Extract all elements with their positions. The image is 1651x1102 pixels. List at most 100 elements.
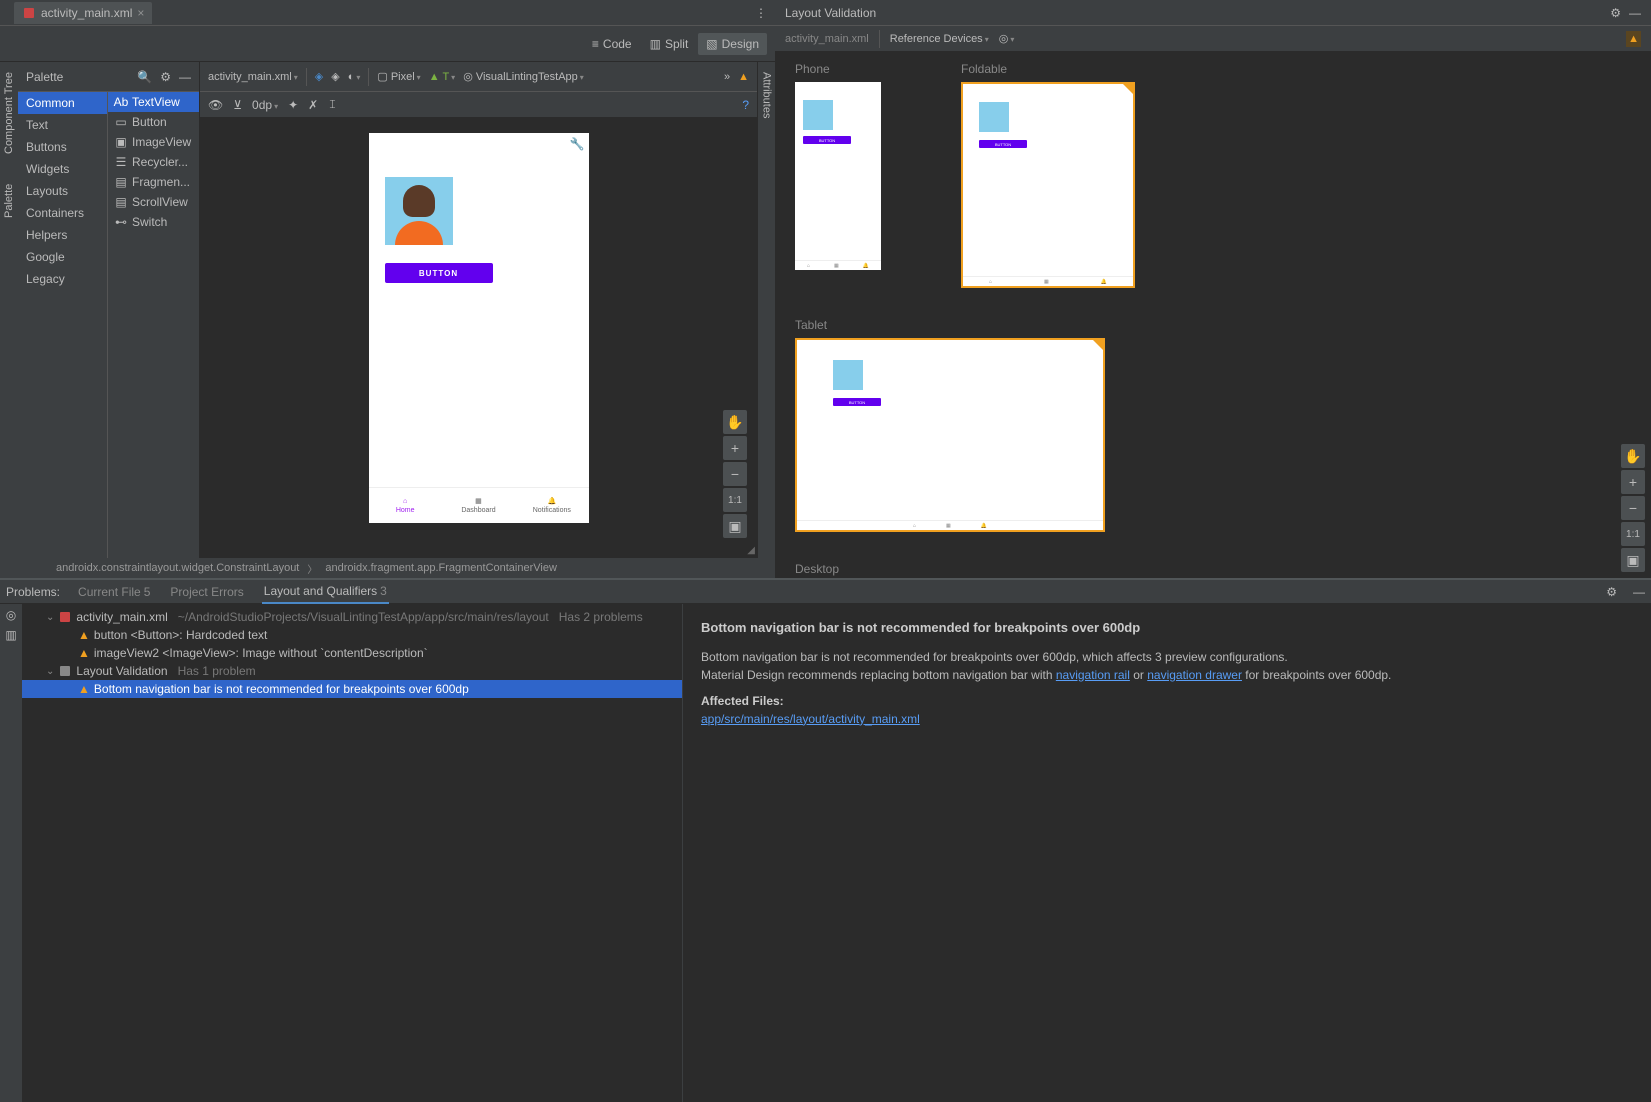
breadcrumb-item[interactable]: androidx.constraintlayout.widget.Constra… [56,562,299,574]
file-dropdown[interactable]: activity_main.xml▾ [208,71,298,83]
fragment-icon: ▤ [114,175,128,189]
design-mode-button[interactable]: ▧ Design [698,33,767,55]
zoom-in-button[interactable]: + [723,436,747,460]
palette-cat-legacy[interactable]: Legacy [18,268,107,290]
warning-icon[interactable]: ▲ [738,71,749,83]
surface-icon[interactable]: ◈ [315,70,323,83]
device-desktop: Desktop [795,562,1631,576]
devices-dropdown[interactable]: Reference Devices▾ [890,33,989,45]
magnet-icon[interactable]: ⊻ [233,98,242,112]
orientation-icon[interactable]: ◐▾ [348,71,361,83]
split-icon: ▥ [650,37,661,51]
palette-item-button[interactable]: ▭Button [108,112,199,132]
zoom-out-button[interactable]: − [723,462,747,486]
gear-icon[interactable]: ⚙ [1606,585,1617,599]
guideline-icon[interactable]: 𝙸 [328,97,336,112]
palette-item-switch[interactable]: ⊷Switch [108,212,199,232]
minimize-icon[interactable]: — [1629,6,1641,20]
file-tab[interactable]: activity_main.xml × [14,2,152,24]
zoom-out-button[interactable]: − [1621,496,1645,520]
overflow-icon[interactable]: » [724,71,730,83]
tab-menu-icon[interactable]: ⋮ [747,6,775,20]
problem-title: Bottom navigation bar is not recommended… [701,618,1633,638]
palette-item-recycler[interactable]: ☰Recycler... [108,152,199,172]
zoom-actual-button[interactable]: ▣ [723,514,747,538]
phone-preview[interactable]: 🔧 BUTTON ⌂Home ▦Dashboard 🔔Notifications [369,133,589,523]
tab-project-errors[interactable]: Project Errors [168,581,245,603]
layout-icon[interactable]: ▥ [5,628,16,642]
tab-current-file[interactable]: Current File5 [76,581,152,603]
device-dropdown[interactable]: ▢ Pixel▾ [377,70,420,83]
minimize-icon[interactable]: — [1633,585,1645,599]
lv-file-label: activity_main.xml [785,33,869,45]
palette-cat-widgets[interactable]: Widgets [18,158,107,180]
tree-group-node[interactable]: ⌄ Layout Validation Has 1 problem [22,662,682,680]
breadcrumb-item[interactable]: androidx.fragment.app.FragmentContainerV… [325,562,557,574]
foldable-preview[interactable]: BUTTON ⌂▦🔔 [961,82,1135,288]
split-mode-button[interactable]: ▥ Split [642,33,697,55]
palette-cat-buttons[interactable]: Buttons [18,136,107,158]
palette-cat-google[interactable]: Google [18,246,107,268]
tab-layout-qualifiers[interactable]: Layout and Qualifiers3 [262,580,389,604]
palette-item-textview[interactable]: AbTextView [108,92,199,112]
pan-button[interactable]: ✋ [723,410,747,434]
zoom-fit-button[interactable]: 1:1 [1621,522,1645,546]
zoom-fit-button[interactable]: 1:1 [723,488,747,512]
attributes-side-tab[interactable]: Attributes [761,72,773,118]
bottom-navigation[interactable]: ⌂Home ▦Dashboard 🔔Notifications [369,487,589,523]
warning-icon[interactable]: ▲ [1626,31,1641,47]
gear-icon[interactable]: ⚙ [160,70,171,84]
help-icon[interactable]: ? [742,98,749,112]
zoom-actual-button[interactable]: ▣ [1621,548,1645,572]
palette-item-imageview[interactable]: ▣ImageView [108,132,199,152]
layout-validation-title: Layout Validation [785,6,1610,20]
link-nav-drawer[interactable]: navigation drawer [1147,668,1242,682]
palette-item-scrollview[interactable]: ▤ScrollView [108,192,199,212]
chevron-down-icon: ⌄ [46,612,54,623]
design-toolbar-secondary: 👁 ⊻ 0dp▾ ✦ ✗ 𝙸 ? [200,92,757,118]
tablet-preview[interactable]: BUTTON ⌂▦🔔 [795,338,1105,532]
resize-corner-icon[interactable]: ◢ [747,545,755,556]
button-icon: ▭ [114,115,128,129]
wand-icon[interactable]: ✦ [288,98,298,112]
eye-icon[interactable]: ◎ [6,608,16,622]
palette-item-fragment[interactable]: ▤Fragmen... [108,172,199,192]
palette-cat-containers[interactable]: Containers [18,202,107,224]
palette-cat-text[interactable]: Text [18,114,107,136]
surface-icon-2[interactable]: ◈ [331,70,339,83]
search-icon[interactable]: 🔍 [137,70,152,84]
component-tree-side-tab[interactable]: Component Tree [3,72,15,154]
eye-icon[interactable]: ◎▾ [999,32,1015,45]
gear-icon[interactable]: ⚙ [1610,6,1621,20]
palette-cat-helpers[interactable]: Helpers [18,224,107,246]
palette-cat-common[interactable]: Common [18,92,107,114]
link-nav-rail[interactable]: navigation rail [1056,668,1130,682]
code-icon: ≡ [592,37,599,51]
pan-button[interactable]: ✋ [1621,444,1645,468]
nav-notifications[interactable]: 🔔Notifications [515,488,588,523]
palette-side-tab[interactable]: Palette [3,184,15,218]
tree-warning-node[interactable]: ▲ imageView2 <ImageView>: Image without … [22,644,682,662]
dp-label[interactable]: 0dp▾ [252,98,278,112]
affected-file-link[interactable]: app/src/main/res/layout/activity_main.xm… [701,710,1633,728]
minimize-icon[interactable]: — [179,70,191,84]
design-canvas[interactable]: 🔧 BUTTON ⌂Home ▦Dashboard 🔔Notifications… [200,118,757,558]
nav-dashboard[interactable]: ▦Dashboard [442,488,515,523]
tree-warning-node[interactable]: ▲ Bottom navigation bar is not recommend… [22,680,682,698]
tree-file-node[interactable]: ⌄ activity_main.xml ~/AndroidStudioProje… [22,608,682,626]
button-widget[interactable]: BUTTON [385,263,493,283]
tree-warning-node[interactable]: ▲ button <Button>: Hardcoded text [22,626,682,644]
palette-cat-layouts[interactable]: Layouts [18,180,107,202]
theme-dropdown[interactable]: ▲ T▾ [429,71,456,83]
clear-icon[interactable]: ✗ [308,98,318,112]
phone-preview[interactable]: BUTTON ⌂▦🔔 [795,82,881,270]
warning-icon: ▲ [78,646,90,660]
app-dropdown[interactable]: ◎ VisualLintingTestApp▾ [463,70,584,83]
device-tablet: Tablet BUTTON ⌂▦🔔 [795,318,1105,532]
code-mode-button[interactable]: ≡ Code [584,33,640,55]
avatar-image[interactable] [385,177,453,245]
nav-home[interactable]: ⌂Home [369,488,442,523]
eye-icon[interactable]: 👁 [208,98,223,112]
close-icon[interactable]: × [137,6,144,20]
zoom-in-button[interactable]: + [1621,470,1645,494]
